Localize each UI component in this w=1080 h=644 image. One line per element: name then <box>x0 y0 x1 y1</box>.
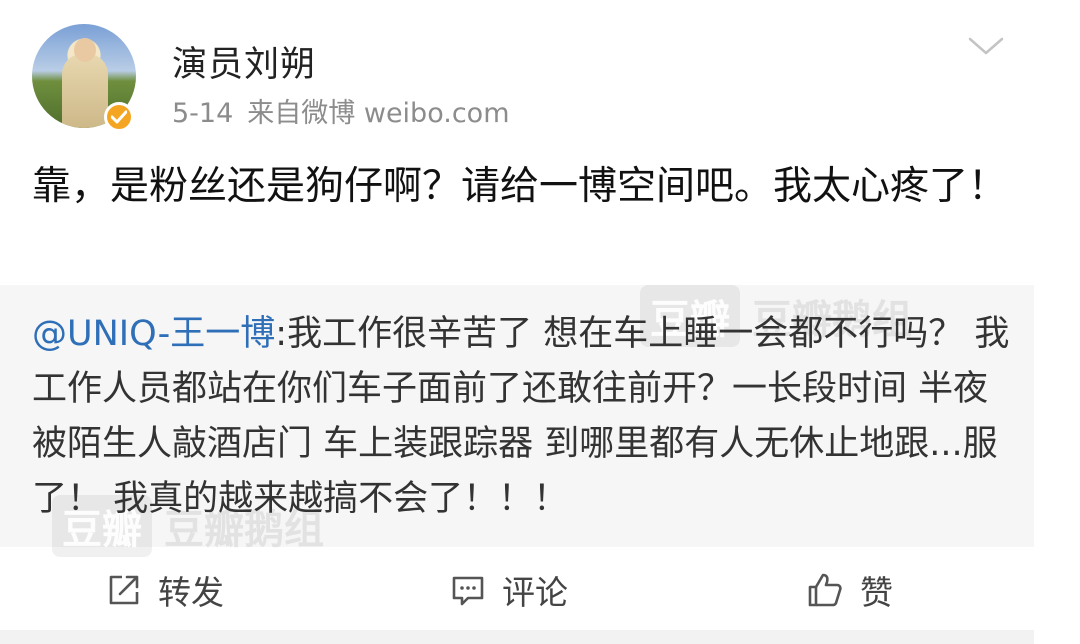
username[interactable]: 演员刘朔 <box>172 36 316 87</box>
repost-text: @UNIQ-王一博:我工作很辛苦了 想在车上睡一会都不行吗？ 我工作人员都站在你… <box>32 307 1017 527</box>
verified-badge-icon <box>104 102 134 132</box>
like-label: 赞 <box>860 573 893 612</box>
comment-icon <box>452 576 484 606</box>
repost-card[interactable]: 豆瓣 豆瓣鹅组 豆瓣 豆瓣鹅组 @UNIQ-王一博:我工作很辛苦了 想在车上睡一… <box>0 285 1034 557</box>
comment-button[interactable]: 评论 <box>450 560 568 620</box>
action-bar: 转发 评论 赞 <box>0 560 1034 620</box>
weibo-post: 演员刘朔 5-14 来自微博 weibo.com 靠，是粉丝还是狗仔啊？请给一博空… <box>0 0 1080 644</box>
chevron-down-icon[interactable] <box>966 34 1006 58</box>
avatar-face <box>74 38 96 62</box>
share-icon <box>109 575 139 605</box>
repost-button[interactable]: 转发 <box>106 560 224 620</box>
comment-label: 评论 <box>502 573 568 612</box>
post-text: 靠，是粉丝还是狗仔啊？请给一博空间吧。我太心疼了！ <box>32 164 1008 209</box>
like-button[interactable]: 赞 <box>806 560 893 620</box>
divider <box>0 630 1034 644</box>
post-date: 5-14 <box>172 98 234 129</box>
repost-label: 转发 <box>158 573 224 612</box>
post-meta: 5-14 来自微博 weibo.com <box>172 91 524 130</box>
mention-link[interactable]: @UNIQ-王一博 <box>32 314 275 354</box>
post-source: 来自微博 weibo.com <box>247 98 510 129</box>
thumbs-up-icon <box>808 573 842 607</box>
avatar-figure <box>62 54 108 128</box>
